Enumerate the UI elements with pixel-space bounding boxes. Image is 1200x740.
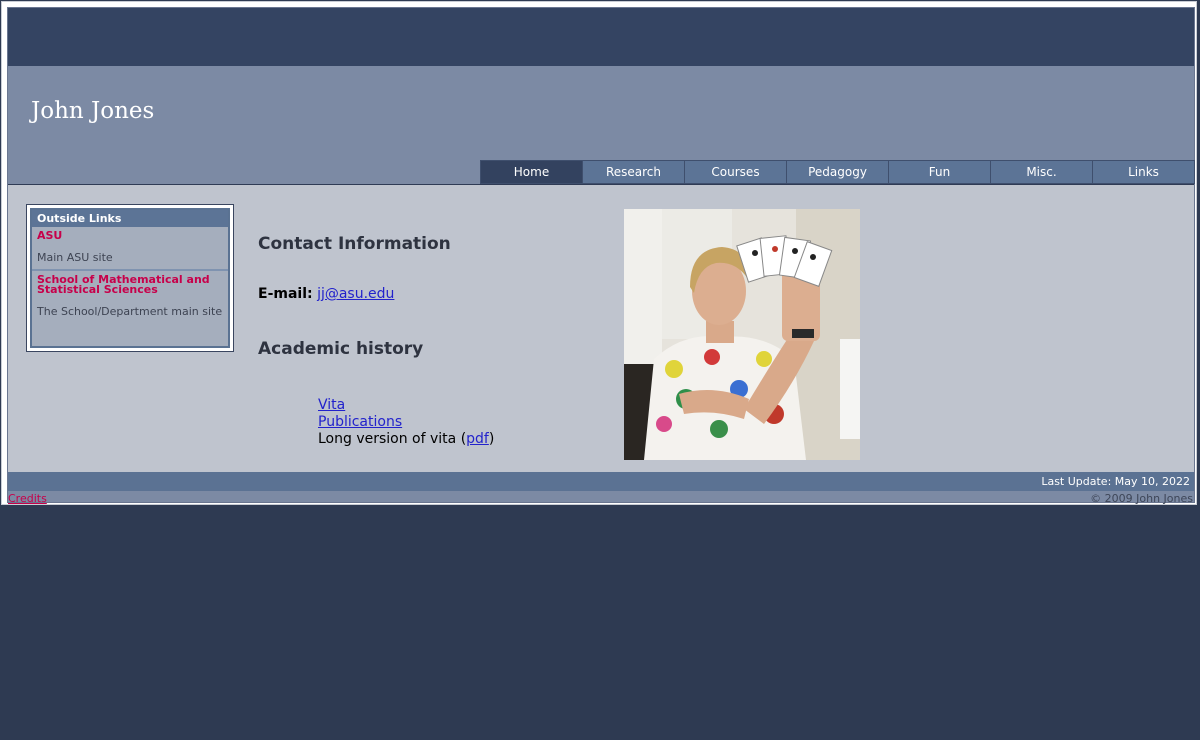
site-title: John Jones [31, 98, 155, 124]
school-link-description: The School/Department main site [37, 305, 223, 318]
last-update-bar: Last Update: May 10, 2022 [8, 472, 1194, 491]
long-vita-line: Long version of vita (pdf) [318, 431, 494, 448]
email-line: E-mail: jj@asu.edu [258, 286, 394, 302]
copyright-text: © 2009 John Jones [1090, 492, 1193, 505]
nav-pedagogy[interactable]: Pedagogy [787, 160, 889, 184]
email-label: E-mail: [258, 286, 313, 302]
nav-research[interactable]: Research [583, 160, 685, 184]
academic-heading: Academic history [258, 339, 424, 359]
page-container: John Jones Home Research Courses Pedagog… [7, 7, 1195, 505]
outside-link-entry: School of Mathematical and Statistical S… [32, 271, 228, 323]
outside-links-heading: Outside Links [32, 210, 228, 227]
outside-links-panel: Outside Links ASU Main ASU site School o… [30, 208, 230, 348]
main-content: Outside Links ASU Main ASU site School o… [8, 184, 1194, 473]
main-nav: Home Research Courses Pedagogy Fun Misc.… [480, 160, 1195, 184]
top-banner [8, 8, 1194, 66]
long-vita-suffix: ) [488, 431, 495, 447]
contact-heading: Contact Information [258, 234, 451, 254]
page-frame: John Jones Home Research Courses Pedagog… [1, 1, 1197, 505]
last-update-text: Last Update: May 10, 2022 [1041, 475, 1190, 488]
nav-misc[interactable]: Misc. [991, 160, 1093, 184]
vita-link[interactable]: Vita [318, 397, 345, 413]
long-vita-pdf-link[interactable]: pdf [466, 431, 489, 447]
nav-home[interactable]: Home [480, 160, 583, 184]
credits-link[interactable]: Credits [8, 492, 47, 505]
profile-photo [624, 209, 860, 460]
nav-fun[interactable]: Fun [889, 160, 991, 184]
asu-link[interactable]: ASU [37, 230, 223, 241]
long-vita-prefix: Long version of vita ( [318, 431, 467, 447]
nav-courses[interactable]: Courses [685, 160, 787, 184]
email-link[interactable]: jj@asu.edu [317, 286, 394, 302]
publications-link[interactable]: Publications [318, 414, 402, 430]
nav-links[interactable]: Links [1093, 160, 1195, 184]
outside-link-entry: ASU Main ASU site [32, 227, 228, 271]
asu-link-description: Main ASU site [37, 251, 113, 264]
academic-links: Vita Publications Long version of vita (… [318, 397, 494, 448]
outside-links-box: Outside Links ASU Main ASU site School o… [26, 204, 234, 352]
school-link[interactable]: School of Mathematical and Statistical S… [37, 274, 223, 295]
